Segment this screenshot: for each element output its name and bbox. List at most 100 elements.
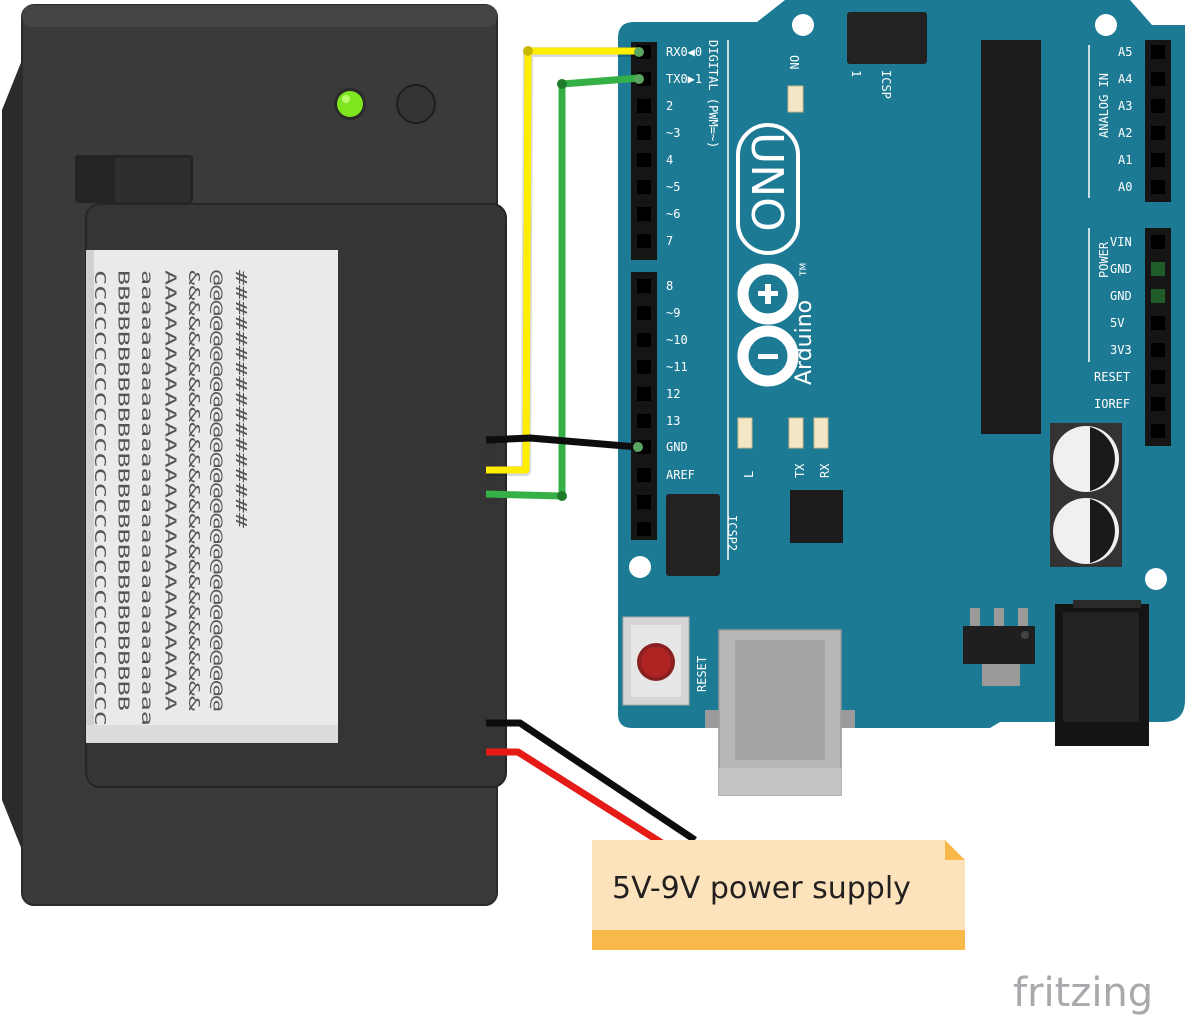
led-tx [788, 417, 804, 449]
header-socket[interactable] [637, 279, 651, 293]
power-pin-label: 5V [1110, 316, 1124, 330]
icsp-pin1-label: 1 [849, 70, 863, 77]
digital-pin-label: ~9 [666, 306, 680, 320]
capacitor [1050, 423, 1122, 495]
fritzing-watermark: fritzing [1013, 970, 1153, 1016]
mount-hole [1095, 14, 1117, 36]
analog-pin-label: A2 [1118, 126, 1132, 140]
usb-port[interactable] [705, 629, 855, 796]
digital-pin-label: ~6 [666, 207, 680, 221]
digital-pin-label: 13 [666, 414, 680, 428]
header-socket[interactable] [1151, 262, 1165, 276]
digital-pin-label: GND [666, 440, 688, 454]
arduino-uno-board: 1 ICSP ON RX0◀0 TX0▶1 2 ~3 4 ~5 ~6 7 8 ~9 ~10 ~11 12… [618, 0, 1185, 796]
led-label: TX [793, 463, 807, 478]
power-header [1145, 228, 1171, 446]
status-led [337, 91, 363, 117]
header-socket[interactable] [637, 387, 651, 401]
analog-header-label: ANALOG IN [1097, 73, 1111, 138]
power-led [787, 85, 804, 113]
header-socket[interactable] [1151, 397, 1165, 411]
mount-hole [1145, 568, 1167, 590]
header-socket[interactable] [637, 306, 651, 320]
power-pin-label: GND [1110, 289, 1132, 303]
header-socket[interactable] [1151, 316, 1165, 330]
wire-green [485, 74, 641, 500]
power-supply-note: 5V-9V power supply [592, 840, 965, 950]
header-socket[interactable] [1151, 180, 1165, 194]
icsp2-header [666, 494, 720, 576]
digital-pin-label: 12 [666, 387, 680, 401]
trademark-label: TM [799, 263, 809, 277]
digital-pin-label: 7 [666, 234, 673, 248]
header-socket[interactable] [1151, 370, 1165, 384]
power-pin-label: GND [1110, 262, 1132, 276]
led-label: RX [818, 463, 832, 478]
led-label: L [742, 471, 756, 478]
paper-column: @@@@@@@@@@@@@@@@@@@@@@@@@@@@@ [209, 270, 227, 711]
header-socket[interactable] [637, 234, 651, 248]
reset-label: RESET [695, 656, 709, 692]
header-socket[interactable] [637, 495, 651, 509]
atmega-chip [981, 40, 1041, 434]
power-pin-label: VIN [1110, 235, 1132, 249]
on-label: ON [787, 55, 801, 69]
header-socket[interactable] [637, 207, 651, 221]
feed-button[interactable] [396, 84, 436, 124]
paper-column: AAAAAAAAAAAAAAAAAAAAAAAAAAAAA [162, 270, 180, 711]
header-socket[interactable] [1151, 289, 1165, 303]
digital-pin-label: 2 [666, 99, 673, 113]
wiring-diagram: CCCCCCCCCCCCCCCCCCCCCCCCCCCCCC BBBBBBBBBB… [2, 0, 1185, 1016]
analog-pin-label: A3 [1118, 99, 1132, 113]
note-text: 5V-9V power supply [612, 871, 911, 906]
digital-pin-label: TX0▶1 [666, 72, 702, 86]
mount-hole [629, 556, 651, 578]
header-socket[interactable] [1151, 99, 1165, 113]
digital-pin-label: ~10 [666, 333, 688, 347]
header-socket[interactable] [637, 414, 651, 428]
header-socket[interactable] [1151, 235, 1165, 249]
analog-pin-label: A4 [1118, 72, 1132, 86]
digital-header-label: DIGITAL (PWM=~) [706, 40, 720, 148]
header-socket[interactable] [637, 522, 651, 536]
header-socket[interactable] [1151, 72, 1165, 86]
header-socket[interactable] [637, 468, 651, 482]
header-socket[interactable] [637, 360, 651, 374]
digital-pin-label: ~5 [666, 180, 680, 194]
mount-hole [792, 14, 814, 36]
header-socket[interactable] [1151, 343, 1165, 357]
header-socket[interactable] [637, 126, 651, 140]
header-socket[interactable] [637, 333, 651, 347]
digital-pin-label: 8 [666, 279, 673, 293]
header-socket[interactable] [1151, 153, 1165, 167]
led-rx [813, 417, 829, 449]
header-socket[interactable] [637, 99, 651, 113]
digital-pin-label: ~3 [666, 126, 680, 140]
power-pin-label: IOREF [1094, 397, 1130, 411]
icsp2-label: ICSP2 [725, 515, 739, 551]
digital-pin-label: RX0◀0 [666, 45, 702, 59]
paper-column: aaaaaaaaaaaaaaaaaaaaaaaaaaaaaa [138, 270, 156, 726]
dc-power-jack[interactable] [1055, 600, 1149, 746]
usb-interface-chip [790, 490, 843, 543]
icsp-header [847, 12, 927, 64]
header-socket[interactable] [637, 180, 651, 194]
analog-pin-label: A0 [1118, 180, 1132, 194]
analog-pin-label: A1 [1118, 153, 1132, 167]
arduino-brand-label: Arduino [792, 300, 817, 385]
printed-text: CCCCCCCCCCCCCCCCCCCCCCCCCCCCCC BBBBBBBBBB… [91, 270, 250, 726]
paper-column: &&&&&&&&&&&&&&&&&&&&&&&&&&&&& [185, 270, 203, 711]
header-socket[interactable] [1151, 45, 1165, 59]
header-socket[interactable] [1151, 424, 1165, 438]
paper-column: ################# [232, 270, 250, 528]
header-socket[interactable] [637, 153, 651, 167]
header-socket[interactable] [1151, 126, 1165, 140]
power-pin-label: RESET [1094, 370, 1130, 384]
analog-header [1145, 40, 1171, 202]
reset-button[interactable] [622, 616, 690, 706]
power-header-label: POWER [1097, 241, 1111, 278]
uno-logo: UNO [741, 132, 792, 232]
digital-pin-label: 4 [666, 153, 673, 167]
analog-pin-label: A5 [1118, 45, 1132, 59]
led-l [737, 417, 753, 449]
